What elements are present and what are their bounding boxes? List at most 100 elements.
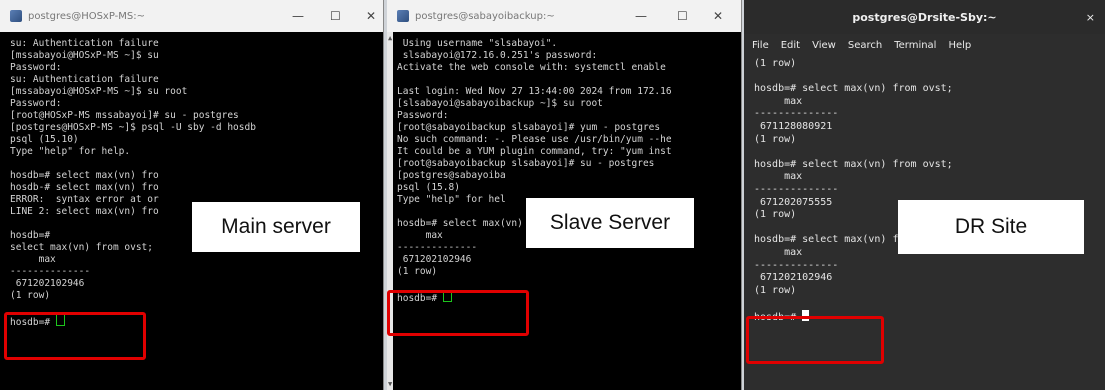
- terminal-line-text: [root@HOSxP-MS mssabayoi]# su - postgres: [10, 110, 239, 121]
- menu-item-edit[interactable]: Edit: [781, 40, 800, 51]
- terminal-line-text: (1 row): [754, 133, 797, 145]
- terminal-line-text: max: [397, 230, 443, 241]
- close-button[interactable]: ×: [1086, 11, 1095, 24]
- terminal-line: [postgres@HOSxP-MS ~]$ psql -U sby -d ho…: [10, 122, 375, 134]
- menu-item-terminal[interactable]: Terminal: [894, 40, 936, 51]
- terminal-line: Password:: [10, 62, 375, 74]
- terminal-line: It could be a YUM plugin command, try: "…: [397, 146, 733, 158]
- terminal-line-text: 671202102946: [397, 254, 472, 265]
- terminal-line: No such command: -. Please use /usr/bin/…: [397, 134, 733, 146]
- main-result-highlight: [4, 312, 146, 360]
- terminal-line-text: Using username "slsabayoi".: [397, 38, 558, 49]
- terminal-line-text: [slsabayoi@sabayoibackup ~]$ su root: [397, 98, 603, 109]
- menu-item-view[interactable]: View: [812, 40, 836, 51]
- terminal-line-text: Type "help" for hel: [397, 194, 506, 205]
- putty-icon: [10, 10, 22, 22]
- terminal-line-text: Password:: [397, 110, 449, 121]
- dr-result-highlight: [746, 316, 884, 364]
- terminal-line-text: Last login: Wed Nov 27 13:44:00 2024 fro…: [397, 86, 672, 97]
- terminal-line-text: [root@sabayoibackup slsabayoi]# su - pos…: [397, 158, 655, 169]
- terminal-line-text: (1 row): [754, 58, 797, 69]
- dr-title-bar[interactable]: postgres@Drsite-Sby:~ ×: [744, 0, 1105, 34]
- terminal-line-text: --------------: [397, 242, 478, 253]
- terminal-line-text: (1 row): [10, 290, 51, 301]
- terminal-line-text: max: [754, 95, 803, 107]
- dr-menu-bar: File Edit View Search Terminal Help: [744, 34, 1105, 56]
- terminal-line-text: select max(vn) from ovst;: [10, 242, 153, 253]
- putty-icon: [397, 10, 409, 22]
- terminal-line: Password:: [10, 98, 375, 110]
- terminal-line: hosdb=# select max(vn) fro: [10, 170, 375, 182]
- close-button[interactable]: ✕: [713, 9, 723, 23]
- terminal-line-text: --------------: [754, 259, 839, 271]
- terminal-line-text: hosdb-# select max(vn) fro: [10, 182, 159, 193]
- terminal-line: (1 row): [754, 58, 1097, 71]
- terminal-line-text: 671202075555: [754, 196, 833, 208]
- scroll-down-icon[interactable]: ▼: [388, 380, 392, 388]
- terminal-line: (1 row): [10, 290, 375, 302]
- dr-window-title: postgres@Drsite-Sby:~: [852, 10, 997, 24]
- maximize-button[interactable]: ☐: [677, 9, 688, 23]
- terminal-line-text: [postgres@HOSxP-MS ~]$ psql -U sby -d ho…: [10, 122, 256, 133]
- terminal-line: psql (15.10): [10, 134, 375, 146]
- menu-item-search[interactable]: Search: [848, 40, 882, 51]
- terminal-line: max: [754, 96, 1097, 109]
- terminal-line-text: psql (15.10): [10, 134, 79, 145]
- terminal-line: (1 row): [754, 134, 1097, 147]
- terminal-line-text: su: Authentication failure: [10, 74, 159, 85]
- maximize-button[interactable]: ☐: [330, 9, 341, 23]
- terminal-line-text: No such command: -. Please use /usr/bin/…: [397, 134, 672, 145]
- scroll-up-icon[interactable]: ▲: [388, 34, 392, 42]
- terminal-line-text: hosdb=#: [10, 230, 51, 241]
- main-window-title: postgres@HOSxP-MS:~: [28, 10, 145, 22]
- menu-item-help[interactable]: Help: [948, 40, 971, 51]
- terminal-line: su: Authentication failure: [10, 74, 375, 86]
- terminal-line: Activate the web console with: systemctl…: [397, 62, 733, 74]
- terminal-line-text: 671202102946: [754, 272, 833, 284]
- main-title-bar[interactable]: postgres@HOSxP-MS:~ — ☐ ✕: [0, 0, 383, 32]
- terminal-line-text: [root@sabayoibackup slsabayoi]# yum - po…: [397, 122, 661, 133]
- terminal-line-text: [postgres@sabayoiba: [397, 170, 506, 181]
- terminal-line: 671128080921: [754, 121, 1097, 134]
- terminal-line: max: [754, 171, 1097, 184]
- terminal-line: psql (15.8): [397, 182, 733, 194]
- terminal-line: --------------: [754, 260, 1097, 273]
- terminal-line-text: hosdb=# select max(vn) fro: [10, 170, 159, 181]
- scrollbar[interactable]: ▲ ▼: [387, 32, 393, 390]
- terminal-line: Type "help" for help.: [10, 146, 375, 158]
- terminal-line: [root@sabayoibackup slsabayoi]# yum - po…: [397, 122, 733, 134]
- main-server-label: Main server: [192, 202, 360, 252]
- terminal-line-text: psql (15.8): [397, 182, 460, 193]
- terminal-line-text: ERROR: syntax error at or: [10, 194, 159, 205]
- terminal-line-text: Password:: [10, 62, 62, 73]
- terminal-line: hosdb=# select max(vn) from ovst;: [754, 83, 1097, 96]
- terminal-line: (1 row): [754, 285, 1097, 298]
- terminal-line: max: [10, 254, 375, 266]
- minimize-button[interactable]: —: [292, 9, 304, 23]
- terminal-line-text: 671128080921: [754, 120, 833, 132]
- terminal-line-text: max: [10, 254, 56, 265]
- terminal-line: hosdb-# select max(vn) fro: [10, 182, 375, 194]
- close-button[interactable]: ✕: [366, 9, 376, 23]
- terminal-line-text: slsabayoi@172.16.0.251's password:: [397, 50, 598, 61]
- menu-item-file[interactable]: File: [752, 40, 769, 51]
- minimize-button[interactable]: —: [635, 9, 647, 23]
- terminal-line: 671202102946: [397, 254, 733, 266]
- terminal-line-text: --------------: [754, 108, 839, 120]
- terminal-line-text: (1 row): [754, 284, 797, 296]
- terminal-line-text: su: Authentication failure: [10, 38, 159, 49]
- terminal-line-text: 671202102946: [10, 278, 85, 289]
- slave-title-bar[interactable]: postgres@sabayoibackup:~ — ☐ ✕: [387, 0, 741, 32]
- terminal-line: Using username "slsabayoi".: [397, 38, 733, 50]
- terminal-line-text: [mssabayoi@HOSxP-MS ~]$ su: [10, 50, 159, 61]
- terminal-line-text: hosdb=# select max(vn) from ovst;: [754, 83, 953, 95]
- slave-terminal-output[interactable]: Using username "slsabayoi". slsabayoi@17…: [387, 32, 741, 304]
- dr-terminal-output[interactable]: (1 row) hosdb=# select max(vn) from ovst;…: [744, 56, 1105, 323]
- terminal-line: 671202102946: [10, 278, 375, 290]
- terminal-line-text: max: [754, 246, 803, 258]
- main-terminal-output[interactable]: su: Authentication failure [mssabayoi@HOS…: [0, 32, 383, 328]
- terminal-line-text: max: [754, 171, 803, 183]
